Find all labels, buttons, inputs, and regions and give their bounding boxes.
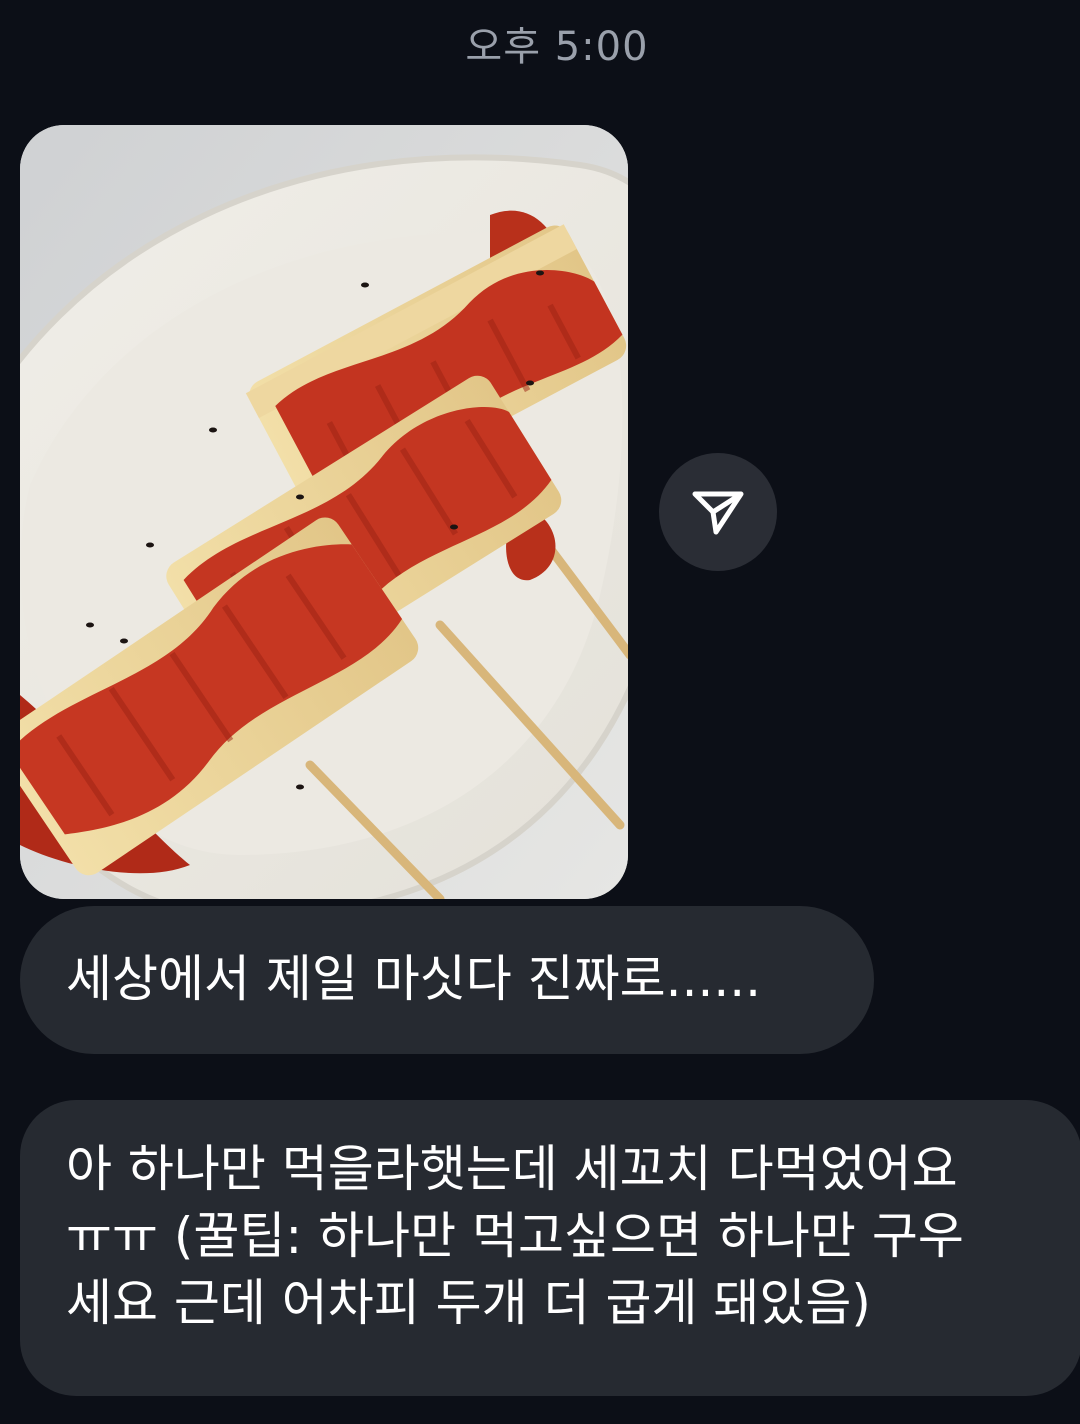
message-timestamp: 오후 5:00	[465, 24, 649, 70]
send-paper-plane-icon	[692, 491, 744, 535]
food-photo	[20, 125, 628, 899]
message-bubble[interactable]: 세상에서 제일 마싯다 진짜로......	[20, 906, 874, 1054]
photo-message[interactable]	[20, 125, 628, 899]
chat-screen: 오후 5:00 세상에서 제일 마싯다 진짜로...... 아 하나만 먹을라햇…	[0, 0, 1080, 1424]
message-bubble[interactable]: 아 하나만 먹을라햇는데 세꼬치 다먹었어요 ㅠㅠ (꿀팁: 하나만 먹고싶으면…	[20, 1100, 1080, 1396]
message-text: 아 하나만 먹을라햇는데 세꼬치 다먹었어요	[66, 1140, 958, 1198]
message-text: ㅠㅠ (꿀팁: 하나만 먹고싶으면 하나만 구우	[66, 1207, 964, 1265]
share-button[interactable]	[659, 453, 777, 571]
message-text: 세상에서 제일 마싯다 진짜로......	[66, 950, 762, 1008]
message-text: 세요 근데 어차피 두개 더 굽게 돼있음)	[66, 1274, 871, 1332]
